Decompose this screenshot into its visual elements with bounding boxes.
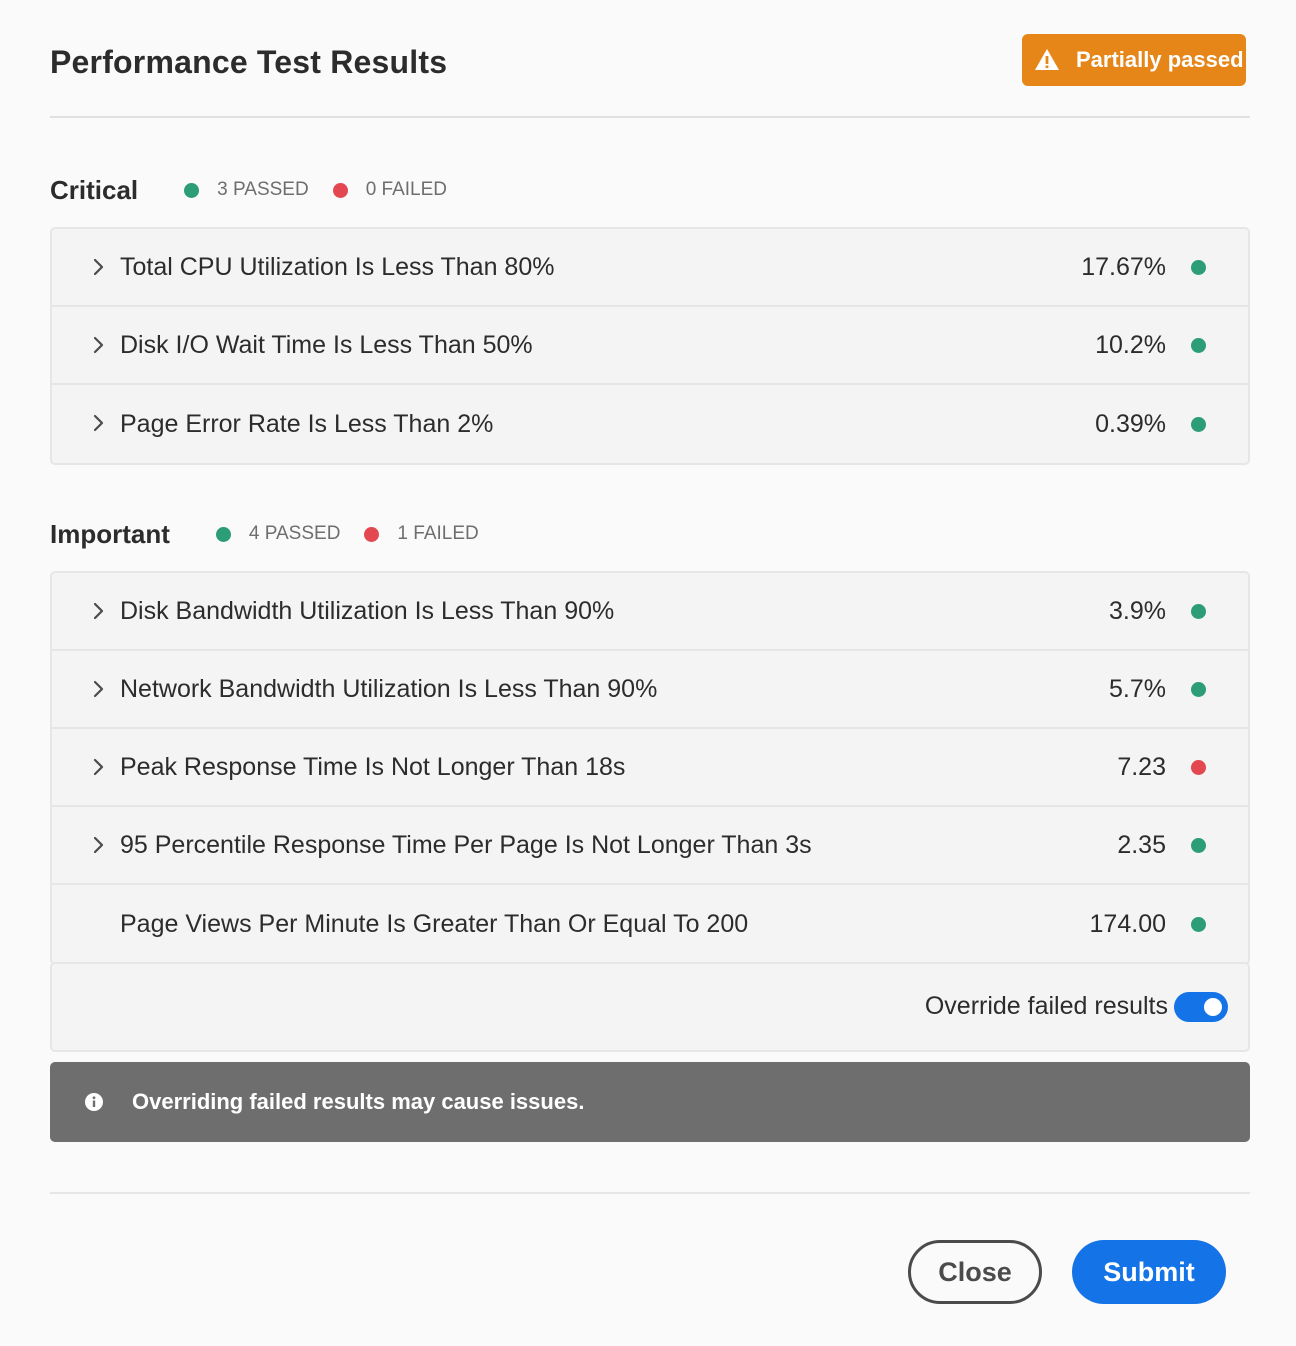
- chevron-right-icon[interactable]: [90, 679, 108, 699]
- override-label: Override failed results: [924, 992, 1168, 1020]
- passed-dot-icon: [215, 526, 231, 542]
- result-value: 10.2%: [1095, 330, 1166, 359]
- result-value: 0.39%: [1095, 409, 1166, 438]
- section-title: Critical: [50, 174, 139, 205]
- failed-count: 1 FAILED: [364, 523, 479, 545]
- passed-status-dot-icon: [1191, 337, 1206, 353]
- chevron-right-icon[interactable]: [90, 413, 108, 433]
- status-badge: Partially passed: [1022, 34, 1246, 86]
- important-results-list: Disk Bandwidth Utilization Is Less Than …: [50, 571, 1250, 965]
- failed-count: 0 FAILED: [332, 179, 447, 201]
- passed-status-dot-icon: [1191, 681, 1206, 697]
- dialog-title: Performance Test Results: [50, 44, 448, 80]
- result-label: Page Views Per Minute Is Greater Than Or…: [120, 909, 749, 938]
- passed-count: 4 PASSED: [215, 523, 340, 545]
- result-row[interactable]: Disk Bandwidth Utilization Is Less Than …: [52, 573, 1248, 651]
- passed-status-dot-icon: [1191, 603, 1206, 619]
- critical-results-list: Total CPU Utilization Is Less Than 80% 17…: [50, 227, 1250, 465]
- result-label: Disk I/O Wait Time Is Less Than 50%: [120, 330, 533, 359]
- result-value: 3.9%: [1109, 596, 1166, 625]
- toggle-knob: [1201, 995, 1225, 1019]
- header-divider: [50, 116, 1250, 118]
- failed-status-dot-icon: [1191, 759, 1206, 775]
- passed-dot-icon: [184, 182, 200, 198]
- chevron-right-icon[interactable]: [90, 257, 108, 277]
- info-banner: Overriding failed results may cause issu…: [50, 1062, 1250, 1142]
- close-button[interactable]: Close: [908, 1240, 1042, 1304]
- footer-divider: [50, 1192, 1250, 1194]
- section-title: Important: [50, 518, 170, 549]
- result-value: 2.35: [1117, 830, 1166, 859]
- result-row[interactable]: Disk I/O Wait Time Is Less Than 50% 10.2%: [52, 307, 1248, 385]
- section-header-important: Important 4 PASSED 1 FAILED: [50, 516, 479, 552]
- result-label: Disk Bandwidth Utilization Is Less Than …: [120, 596, 615, 625]
- result-label: Peak Response Time Is Not Longer Than 18…: [120, 752, 626, 781]
- override-toggle[interactable]: [1174, 992, 1228, 1022]
- result-row[interactable]: Peak Response Time Is Not Longer Than 18…: [52, 729, 1248, 807]
- passed-count: 3 PASSED: [184, 179, 309, 201]
- result-row[interactable]: 95 Percentile Response Time Per Page Is …: [52, 807, 1248, 885]
- chevron-right-icon[interactable]: [90, 335, 108, 355]
- override-panel: Override failed results: [50, 962, 1250, 1052]
- info-message: Overriding failed results may cause issu…: [132, 1089, 585, 1114]
- failed-dot-icon: [332, 182, 348, 198]
- section-header-critical: Critical 3 PASSED 0 FAILED: [50, 172, 447, 208]
- failed-dot-icon: [364, 526, 380, 542]
- result-row: Page Views Per Minute Is Greater Than Or…: [52, 885, 1248, 963]
- result-label: Total CPU Utilization Is Less Than 80%: [120, 252, 555, 281]
- result-label: 95 Percentile Response Time Per Page Is …: [120, 830, 812, 859]
- passed-status-dot-icon: [1191, 259, 1206, 275]
- status-badge-label: Partially passed: [1076, 47, 1244, 72]
- warning-icon: [1034, 47, 1060, 73]
- passed-status-dot-icon: [1191, 416, 1206, 432]
- chevron-right-icon[interactable]: [90, 757, 108, 777]
- result-value: 5.7%: [1109, 674, 1166, 703]
- result-row[interactable]: Total CPU Utilization Is Less Than 80% 17…: [52, 229, 1248, 307]
- info-icon: [84, 1092, 104, 1112]
- result-value: 174.00: [1089, 909, 1166, 938]
- passed-status-dot-icon: [1191, 916, 1206, 932]
- chevron-right-icon[interactable]: [90, 601, 108, 621]
- submit-button[interactable]: Submit: [1072, 1240, 1226, 1304]
- result-row[interactable]: Page Error Rate Is Less Than 2% 0.39%: [52, 385, 1248, 463]
- result-value: 7.23: [1117, 752, 1166, 781]
- passed-status-dot-icon: [1191, 837, 1206, 853]
- result-label: Page Error Rate Is Less Than 2%: [120, 409, 494, 438]
- performance-results-dialog: Performance Test Results Partially passe…: [0, 0, 1296, 1346]
- result-value: 17.67%: [1081, 252, 1166, 281]
- result-row[interactable]: Network Bandwidth Utilization Is Less Th…: [52, 651, 1248, 729]
- result-label: Network Bandwidth Utilization Is Less Th…: [120, 674, 658, 703]
- chevron-right-icon[interactable]: [90, 835, 108, 855]
